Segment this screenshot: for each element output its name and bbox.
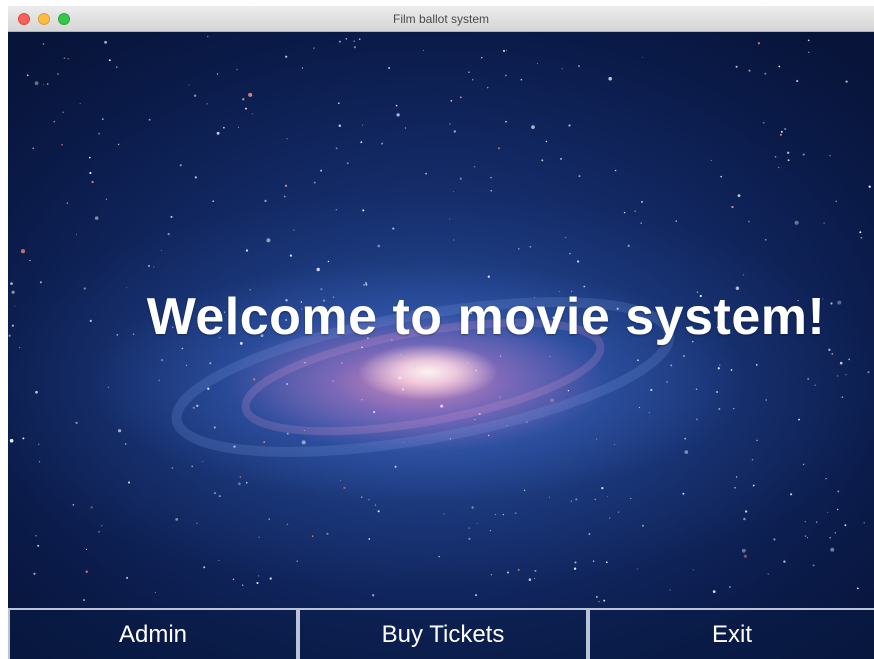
bottom-button-bar: Admin Buy Tickets Exit (8, 608, 874, 659)
buy-tickets-button[interactable]: Buy Tickets (298, 608, 588, 659)
app-window: Film ballot system Welcome to movie syst… (8, 6, 874, 659)
galaxy-background: Welcome to movie system! Admin Buy Ticke… (8, 32, 874, 659)
welcome-heading: Welcome to movie system! (146, 288, 826, 346)
window-title: Film ballot system (392, 12, 490, 26)
exit-button[interactable]: Exit (588, 608, 874, 659)
admin-button[interactable]: Admin (8, 608, 298, 659)
title-bar[interactable]: Film ballot system (8, 6, 874, 32)
